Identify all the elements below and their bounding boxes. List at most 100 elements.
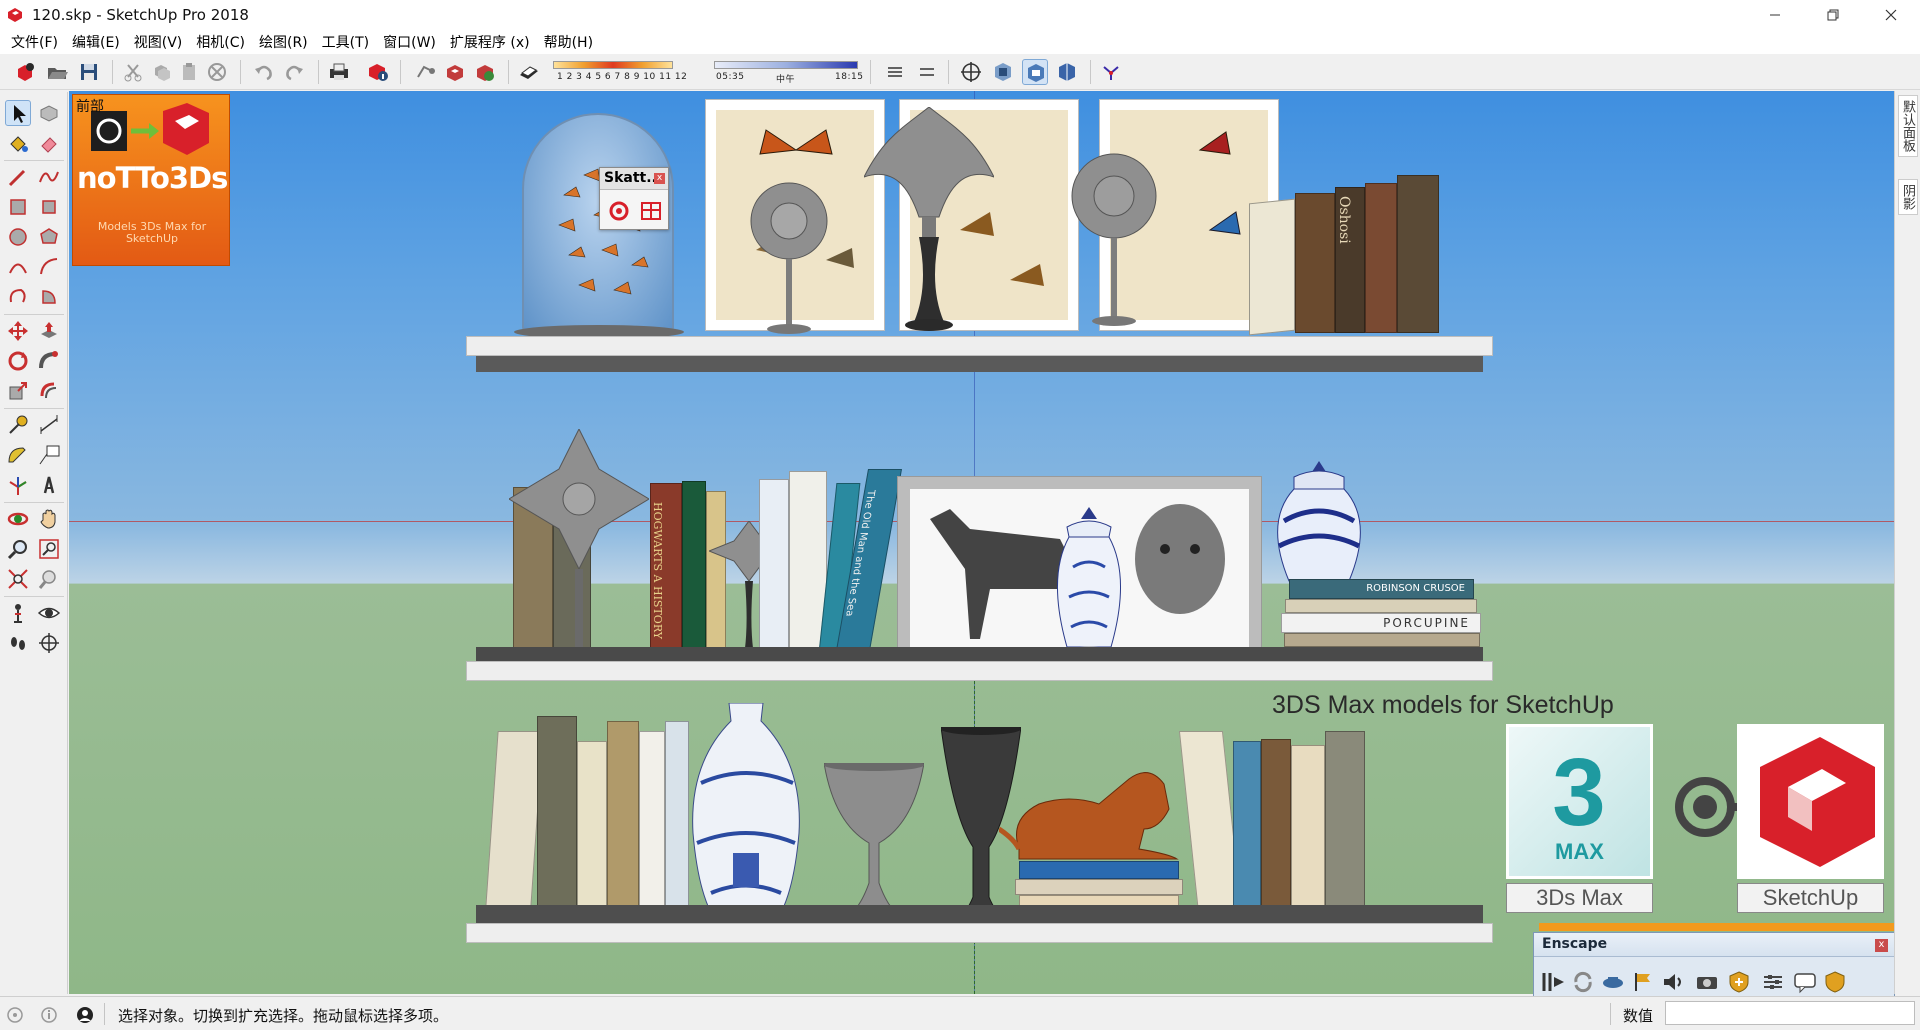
align-axes-button[interactable] — [914, 59, 940, 85]
polygon-tool-button[interactable] — [36, 224, 62, 250]
skatter-close-button[interactable]: x — [654, 173, 665, 184]
close-button[interactable] — [1862, 0, 1920, 30]
share-model-button[interactable] — [412, 59, 438, 85]
redo-button[interactable] — [282, 59, 308, 85]
geolocation-status-button[interactable] — [6, 1006, 24, 1024]
protractor-button[interactable] — [5, 442, 31, 468]
minimize-button[interactable] — [1746, 0, 1804, 30]
enscape-views-button[interactable] — [1600, 969, 1626, 995]
open-button[interactable] — [44, 59, 70, 85]
zoom-extents-button[interactable] — [5, 566, 31, 592]
3d-text-button[interactable] — [36, 472, 62, 498]
scale-tool-button[interactable] — [5, 378, 31, 404]
push-pull-button[interactable] — [36, 318, 62, 344]
eye-icon — [37, 607, 61, 619]
section-plane-button[interactable] — [958, 59, 984, 85]
tray-tab-default-panel[interactable]: 默认面板 — [1898, 95, 1918, 157]
rectangle-tool-button[interactable] — [5, 194, 31, 220]
chat-bubble-icon — [1794, 973, 1816, 994]
enscape-toolbar: Enscape x — [1533, 932, 1895, 1002]
menu-extensions[interactable]: 扩展程序 (x) — [443, 30, 537, 54]
section-plane-tool-button[interactable] — [36, 630, 62, 656]
enscape-close-button[interactable]: x — [1875, 939, 1888, 952]
line-tool-button[interactable] — [5, 164, 31, 190]
select-tool-button[interactable] — [5, 100, 31, 126]
display-section-planes-button[interactable] — [990, 59, 1016, 85]
rotate-tool-button[interactable] — [5, 348, 31, 374]
pan-tool-button[interactable] — [36, 506, 62, 532]
enscape-video-button[interactable] — [1630, 969, 1656, 995]
enscape-sound-button[interactable] — [1660, 969, 1686, 995]
menu-view[interactable]: 视图(V) — [127, 30, 190, 54]
undo-button[interactable] — [250, 59, 276, 85]
zoom-tool-button[interactable] — [5, 536, 31, 562]
component-tool-button[interactable] — [36, 100, 62, 126]
enscape-license-button[interactable] — [1822, 969, 1848, 995]
copy-icon — [155, 65, 170, 81]
shadow-time-slider[interactable]: 05:35 中午 18:15 — [714, 59, 863, 87]
position-camera-button[interactable] — [5, 600, 31, 626]
orbit-tool-button[interactable] — [5, 506, 31, 532]
month-slider-track[interactable] — [553, 61, 673, 69]
enscape-start-button[interactable] — [1540, 969, 1566, 995]
enscape-asset-library-button[interactable] — [1726, 969, 1752, 995]
model-info-button[interactable] — [365, 59, 391, 85]
skatter-settings-button[interactable] — [606, 198, 632, 224]
menu-tools[interactable]: 工具(T) — [315, 30, 376, 54]
account-status-button[interactable] — [76, 1006, 94, 1024]
enscape-sync-button[interactable] — [1570, 969, 1596, 995]
paint-bucket-button[interactable] — [5, 130, 31, 156]
print-button[interactable] — [326, 59, 352, 85]
tape-measure-button[interactable] — [5, 412, 31, 438]
pie-tool-button[interactable] — [36, 284, 62, 310]
axes-button[interactable] — [1098, 59, 1124, 85]
menu-file[interactable]: 文件(F) — [4, 30, 65, 54]
three-point-arc-button[interactable] — [5, 284, 31, 310]
offset-tool-button[interactable] — [36, 378, 62, 404]
time-slider-track[interactable] — [714, 61, 858, 69]
eraser-tool-button[interactable] — [36, 130, 62, 156]
freehand-tool-button[interactable] — [36, 164, 62, 190]
enscape-screenshot-button[interactable] — [1694, 969, 1720, 995]
circle-tool-button[interactable] — [5, 224, 31, 250]
3d-warehouse-button[interactable] — [442, 59, 468, 85]
menu-edit[interactable]: 编辑(E) — [65, 30, 127, 54]
shadow-month-slider[interactable]: 1 2 3 4 5 6 7 8 9 10 11 12 — [553, 59, 687, 87]
restore-button[interactable] — [1804, 0, 1862, 30]
tray-tab-shadows[interactable]: 阴影 — [1898, 179, 1918, 215]
axes-tool-button[interactable] — [5, 472, 31, 498]
look-around-button[interactable] — [36, 600, 62, 626]
erase-button[interactable] — [204, 59, 230, 85]
text-tool-button[interactable] — [36, 442, 62, 468]
align-view-button[interactable] — [882, 59, 908, 85]
enscape-settings-button[interactable] — [1760, 969, 1786, 995]
previous-view-button[interactable] — [36, 566, 62, 592]
credits-status-button[interactable] — [40, 1006, 58, 1024]
skatter-library-button[interactable] — [638, 198, 664, 224]
arc-tool-button[interactable] — [5, 254, 31, 280]
scene-tab-label[interactable]: 前部 — [76, 96, 104, 116]
menu-camera[interactable]: 相机(C) — [189, 30, 252, 54]
zoom-window-button[interactable] — [36, 536, 62, 562]
shadows-toggle-button[interactable] — [516, 59, 542, 85]
rotated-rectangle-button[interactable] — [36, 194, 62, 220]
copy-button[interactable] — [148, 59, 174, 85]
measurements-input[interactable] — [1665, 1001, 1915, 1025]
display-section-cuts-button[interactable] — [1022, 59, 1048, 85]
move-tool-button[interactable] — [5, 318, 31, 344]
save-button[interactable] — [76, 59, 102, 85]
menu-help[interactable]: 帮助(H) — [537, 30, 600, 54]
display-section-fill-button[interactable] — [1054, 59, 1080, 85]
follow-me-button[interactable] — [36, 348, 62, 374]
new-file-button[interactable] — [12, 59, 38, 85]
extension-warehouse-button[interactable] — [472, 59, 498, 85]
menu-window[interactable]: 窗口(W) — [376, 30, 443, 54]
paste-button[interactable] — [176, 59, 202, 85]
walk-tool-button[interactable] — [5, 630, 31, 656]
menu-draw[interactable]: 绘图(R) — [252, 30, 315, 54]
dimension-tool-button[interactable] — [36, 412, 62, 438]
cut-button[interactable] — [120, 59, 146, 85]
enscape-feedback-button[interactable] — [1792, 969, 1818, 995]
modeling-viewport[interactable]: 前部 noTTo3Ds Models 3Ds Max for SketchUp — [69, 91, 1894, 994]
two-point-arc-button[interactable] — [36, 254, 62, 280]
